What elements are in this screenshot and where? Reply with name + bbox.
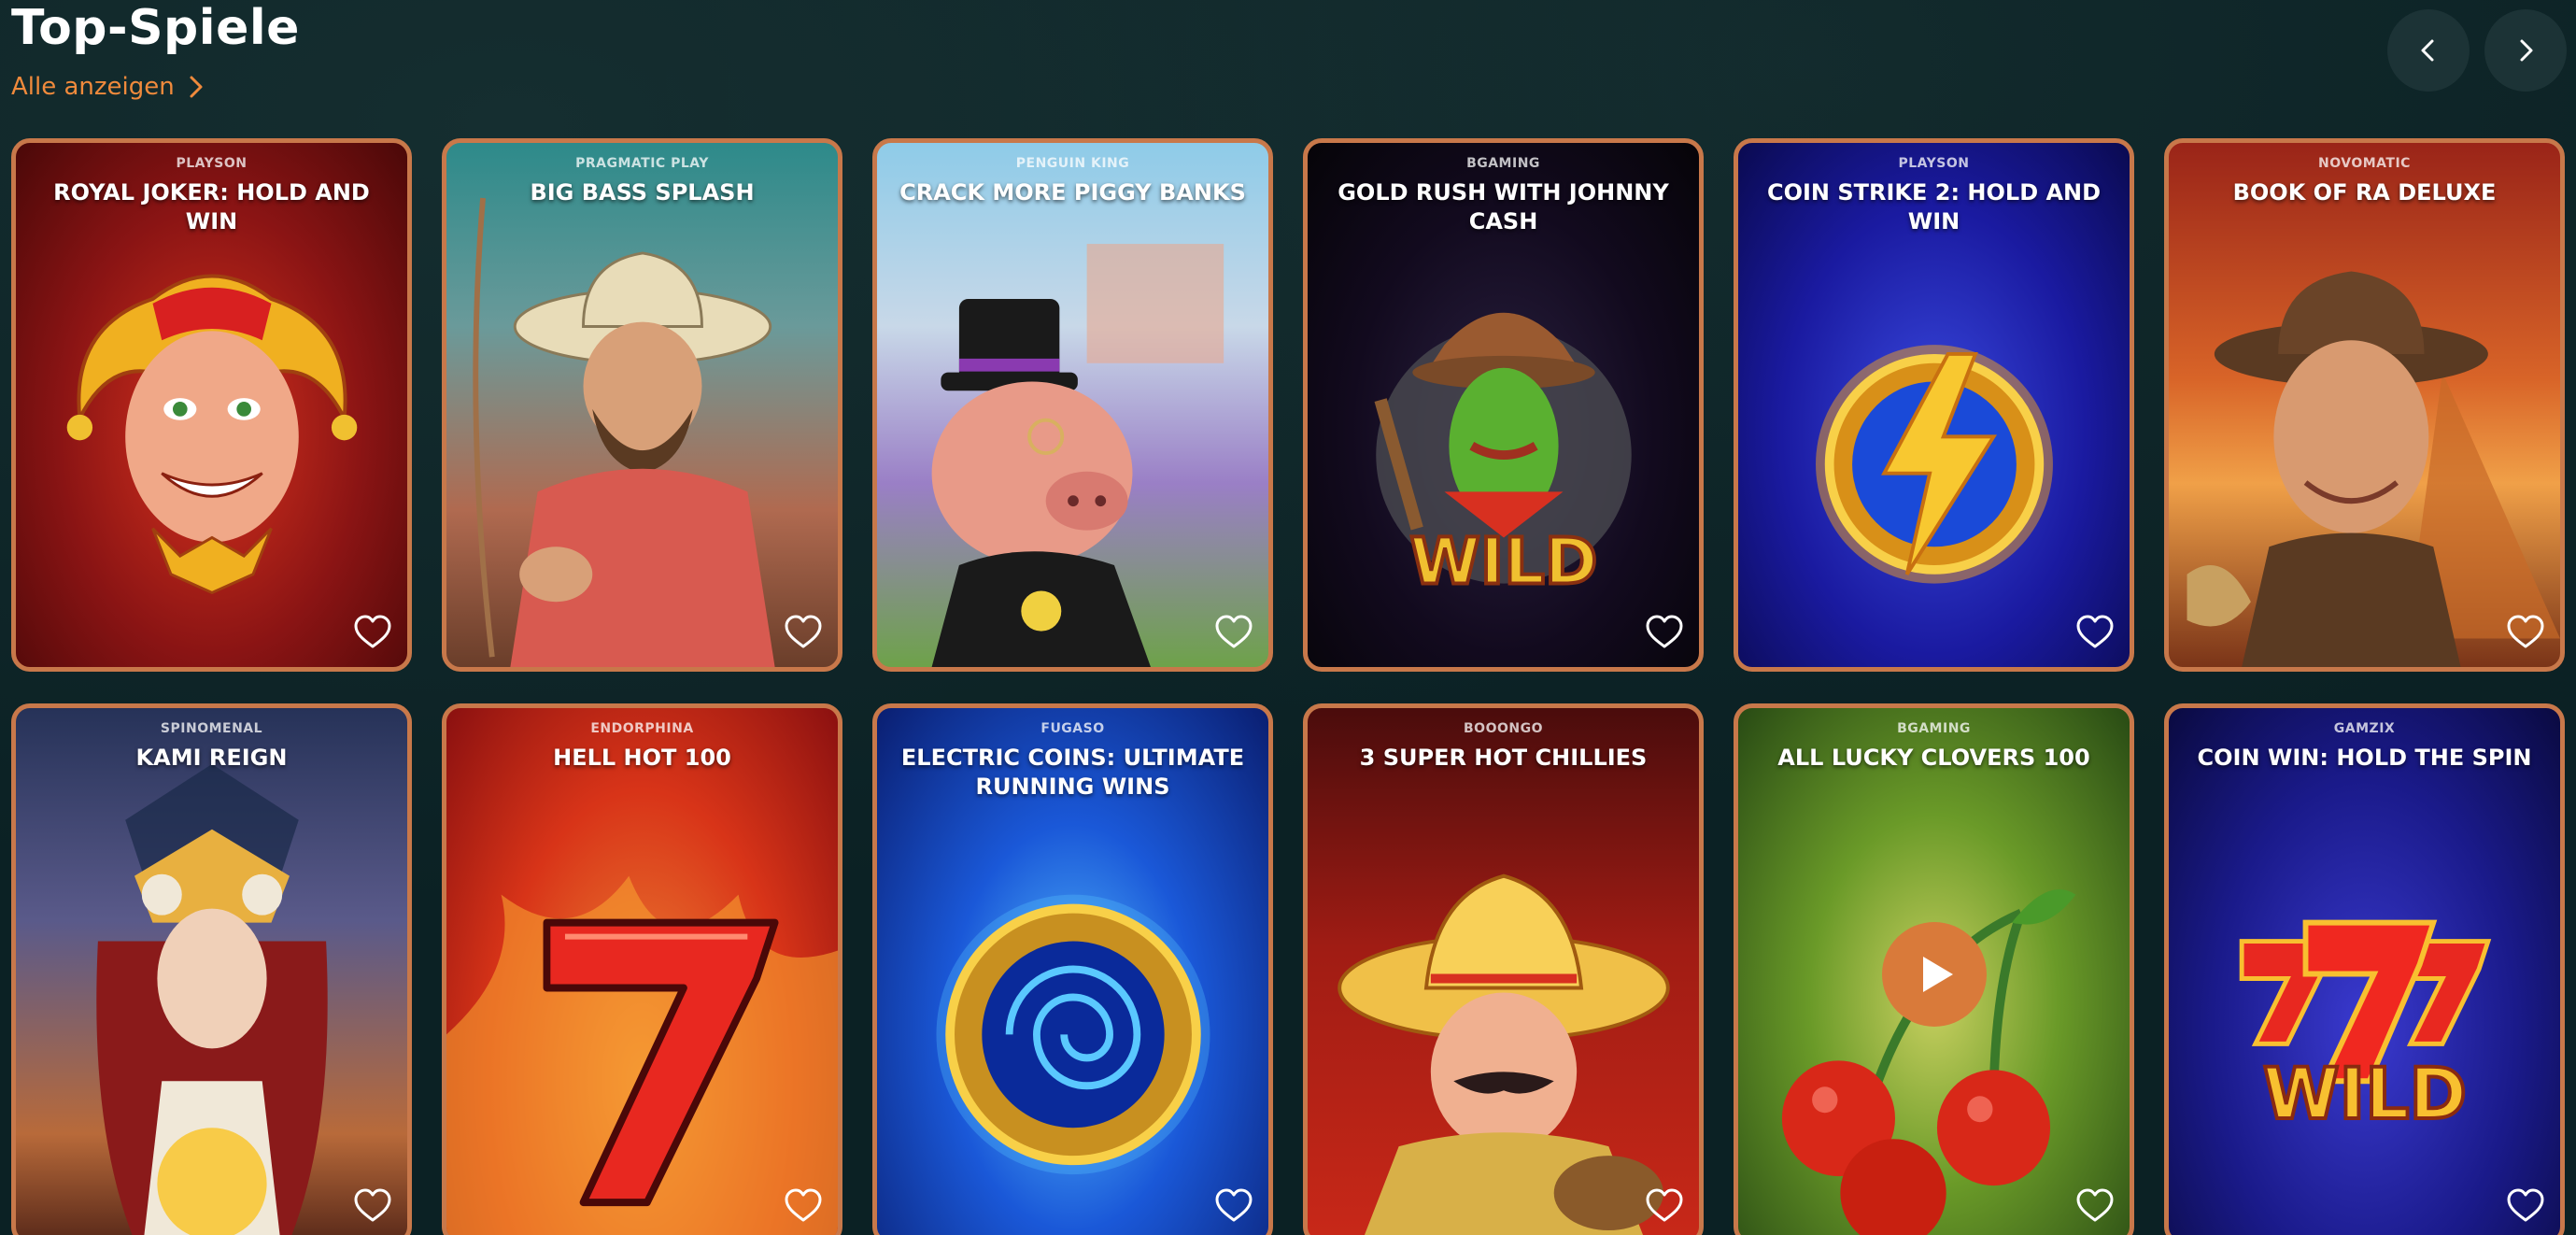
favorite-heart-icon[interactable] (1643, 611, 1686, 654)
play-icon (1922, 957, 1953, 992)
game-provider: PLAYSON (1898, 156, 1970, 171)
carousel-prev-button[interactable] (2387, 9, 2470, 92)
favorite-heart-icon[interactable] (1212, 1185, 1255, 1228)
game-card[interactable]: WILD GAMZIX COIN WIN: HOLD THE SPIN (2164, 703, 2565, 1235)
game-artwork (877, 143, 1268, 667)
favorite-heart-icon[interactable] (2504, 1185, 2547, 1228)
game-provider: BGAMING (1466, 156, 1540, 171)
game-card[interactable]: NOVOMATIC BOOK OF RA DELUXE (2164, 138, 2565, 672)
game-title: BIG BASS SPLASH (530, 179, 755, 206)
game-title: 3 SUPER HOT CHILLIES (1359, 745, 1648, 771)
game-provider: PLAYSON (176, 156, 248, 171)
game-provider: SPINOMENAL (160, 721, 263, 736)
carousel-next-button[interactable] (2484, 9, 2567, 92)
game-title: ELECTRIC COINS: ULTIMATE RUNNING WINS (900, 745, 1245, 801)
favorite-heart-icon[interactable] (351, 1185, 394, 1228)
favorite-heart-icon[interactable] (351, 611, 394, 654)
play-button[interactable] (1881, 922, 1987, 1027)
game-provider: PRAGMATIC PLAY (575, 156, 709, 171)
chevron-left-icon (2421, 39, 2434, 62)
game-provider: NOVOMATIC (2318, 156, 2411, 171)
game-title: KAMI REIGN (135, 745, 288, 771)
game-provider: FUGASO (1040, 721, 1105, 736)
game-card[interactable]: PRAGMATIC PLAY BIG BASS SPLASH (442, 138, 842, 672)
game-card[interactable]: ENDORPHINA HELL HOT 100 (442, 703, 842, 1235)
favorite-heart-icon[interactable] (2504, 611, 2547, 654)
game-artwork (16, 708, 407, 1235)
section-title: Top-Spiele (11, 0, 300, 56)
chevron-right-icon (190, 76, 203, 98)
game-title: ROYAL JOKER: HOLD AND WIN (53, 179, 370, 235)
game-title: ALL LUCKY CLOVERS 100 (1777, 745, 2090, 771)
game-provider: ENDORPHINA (590, 721, 694, 736)
game-provider: PENGUIN KING (1015, 156, 1130, 171)
game-card[interactable]: PLAYSON COIN STRIKE 2: HOLD AND WIN (1734, 138, 2134, 672)
game-title: BOOK OF RA DELUXE (2232, 179, 2497, 206)
game-title: HELL HOT 100 (553, 745, 731, 771)
chevron-right-icon (2520, 39, 2533, 62)
svg-text:WILD: WILD (1409, 524, 1597, 599)
games-grid: PLAYSON ROYAL JOKER: HOLD AND WIN PRAGMAT… (11, 138, 2565, 1235)
game-provider: BOOONGO (1464, 721, 1543, 736)
game-card[interactable]: BGAMING ALL LUCKY CLOVERS 100 (1734, 703, 2134, 1235)
game-card[interactable]: FUGASO ELECTRIC COINS: ULTIMATE RUNNING W… (872, 703, 1273, 1235)
svg-text:WILD: WILD (2263, 1052, 2467, 1135)
game-provider: GAMZIX (2333, 721, 2396, 736)
see-all-link[interactable]: Alle anzeigen (11, 73, 205, 101)
favorite-heart-icon[interactable] (782, 1185, 825, 1228)
game-artwork (446, 143, 838, 667)
game-title: COIN WIN: HOLD THE SPIN (2197, 745, 2532, 771)
see-all-label: Alle anzeigen (11, 73, 175, 101)
top-games-section: Top-Spiele Alle anzeigen PLAYSON ROYAL JO… (0, 0, 2576, 1235)
game-title: COIN STRIKE 2: HOLD AND WIN (1766, 179, 2102, 235)
favorite-heart-icon[interactable] (782, 611, 825, 654)
favorite-heart-icon[interactable] (2074, 1185, 2116, 1228)
game-artwork (1308, 708, 1699, 1235)
favorite-heart-icon[interactable] (2074, 611, 2116, 654)
game-card[interactable]: WILD BGAMING GOLD RUSH WITH JOHNNY CASH (1303, 138, 1704, 672)
game-artwork (446, 708, 838, 1235)
game-artwork (2169, 143, 2560, 667)
favorite-heart-icon[interactable] (1212, 611, 1255, 654)
game-artwork: WILD (2169, 708, 2560, 1235)
game-title: CRACK MORE PIGGY BANKS (899, 179, 1246, 206)
game-provider: BGAMING (1897, 721, 1971, 736)
game-card[interactable]: PLAYSON ROYAL JOKER: HOLD AND WIN (11, 138, 412, 672)
game-card[interactable]: PENGUIN KING CRACK MORE PIGGY BANKS (872, 138, 1273, 672)
favorite-heart-icon[interactable] (1643, 1185, 1686, 1228)
game-card[interactable]: BOOONGO 3 SUPER HOT CHILLIES (1303, 703, 1704, 1235)
game-title: GOLD RUSH WITH JOHNNY CASH (1338, 179, 1669, 235)
game-card[interactable]: SPINOMENAL KAMI REIGN (11, 703, 412, 1235)
